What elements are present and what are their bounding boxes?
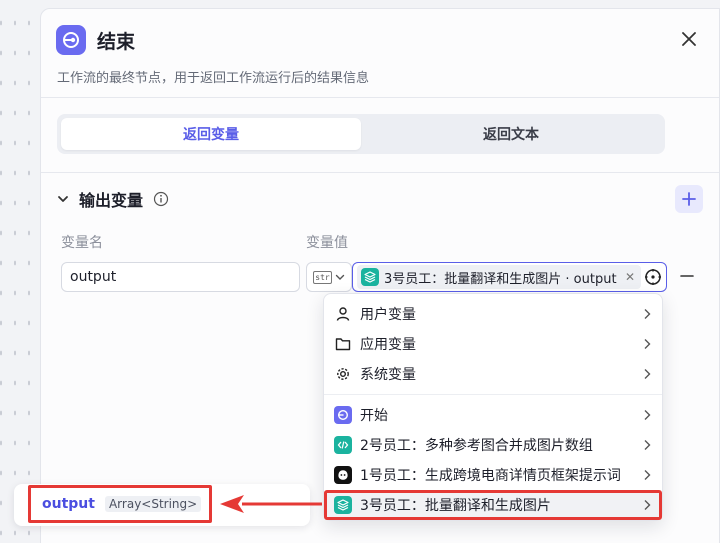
chevron-down-icon (58, 196, 68, 202)
add-variable-button[interactable] (675, 185, 703, 213)
layers-icon (361, 268, 379, 286)
section-title: 输出变量 (79, 191, 144, 210)
minus-icon (680, 275, 694, 277)
menu-item-start[interactable]: 开始 (324, 400, 662, 430)
close-button[interactable] (677, 27, 701, 51)
layers-icon (334, 496, 352, 514)
variable-name-input[interactable] (61, 262, 300, 292)
info-icon (153, 191, 169, 207)
menu-item-system-variables[interactable]: 系统变量 (324, 359, 662, 389)
menu-item-employee-3[interactable]: 3号员工：批量翻译和生成图片 (324, 490, 662, 520)
column-label-name: 变量名 (61, 235, 103, 251)
remove-variable-button[interactable] (678, 267, 696, 285)
close-icon (682, 32, 696, 46)
divider (41, 97, 719, 98)
chevron-right-icon (642, 409, 652, 421)
output-chip[interactable]: output Array<String> (28, 485, 212, 523)
chevron-right-icon (642, 338, 652, 350)
output-type-badge: Array<String> (104, 496, 202, 512)
return-mode-tabs: 返回变量 返回文本 (57, 114, 665, 154)
chevron-right-icon (642, 469, 652, 481)
output-name: output (42, 496, 95, 512)
code-icon (334, 436, 352, 454)
target-icon (645, 269, 661, 285)
menu-item-user-variables[interactable]: 用户变量 (324, 299, 662, 329)
chevron-down-icon (335, 274, 344, 280)
column-label-value: 变量值 (306, 235, 348, 251)
variable-value-field[interactable]: 3号员工：批量翻译和生成图片 · output ✕ (352, 262, 667, 292)
divider (324, 394, 662, 395)
menu-item-app-variables[interactable]: 应用变量 (324, 329, 662, 359)
chevron-right-icon (642, 439, 652, 451)
chevron-right-icon (642, 499, 652, 511)
output-section-header[interactable]: 输出变量 (57, 187, 169, 211)
value-reference-tag[interactable]: 3号员工：批量翻译和生成图片 · output ✕ (357, 265, 641, 289)
annotation-arrow (220, 495, 322, 513)
value-tag-label: 3号员工：批量翻译和生成图片 · output (384, 271, 617, 287)
bot-icon (334, 466, 352, 484)
str-type-icon: str (313, 270, 332, 284)
panel-description: 工作流的最终节点，用于返回工作流运行后的结果信息 (57, 71, 370, 86)
canvas-background (0, 0, 40, 543)
menu-item-employee-1[interactable]: 1号员工：生成跨境电商详情页框架提示词 (324, 460, 662, 490)
menu-item-employee-2[interactable]: 2号员工：多种参考图合并成图片数组 (324, 430, 662, 460)
folder-icon (334, 335, 352, 353)
tab-return-text[interactable]: 返回文本 (361, 118, 661, 150)
variable-picker-dropdown: 用户变量 应用变量 系统变量 开始 2号员工：多种参考图合并成图片数组 1号员工… (323, 293, 663, 521)
start-icon (334, 406, 352, 424)
remove-tag-icon[interactable]: ✕ (625, 270, 635, 284)
divider (41, 172, 719, 173)
gear-icon (334, 365, 352, 383)
type-select[interactable]: str (306, 262, 352, 292)
chevron-right-icon (642, 308, 652, 320)
user-icon (334, 305, 352, 323)
end-node-icon (56, 25, 86, 55)
panel-title: 结束 (97, 31, 136, 53)
plus-icon (682, 192, 696, 206)
chevron-right-icon (642, 368, 652, 380)
reference-picker-button[interactable] (644, 268, 662, 286)
tab-return-variable[interactable]: 返回变量 (61, 118, 361, 150)
